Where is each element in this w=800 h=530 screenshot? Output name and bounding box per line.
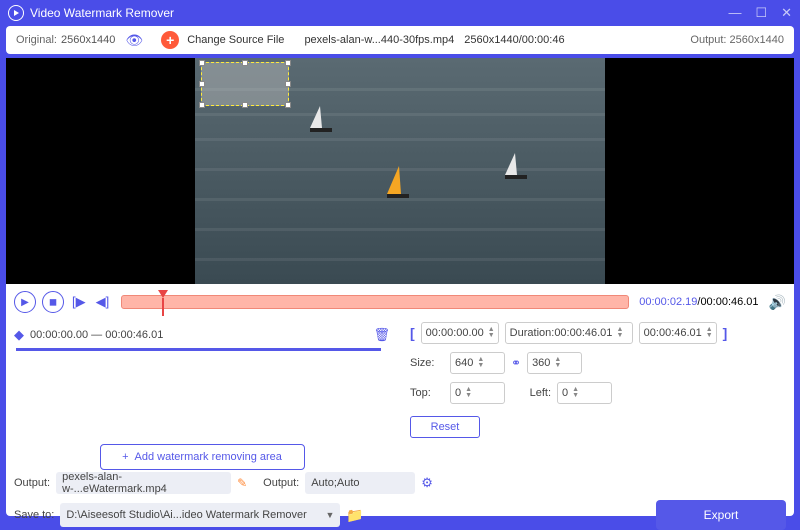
size-label: Size: xyxy=(410,357,444,369)
segment-row[interactable]: ◆ 00:00:00.00 — 00:00:46.01 🗑 xyxy=(14,322,390,348)
chevron-down-icon: ▼ xyxy=(325,510,334,520)
time-display: 00:00:02.19/00:00:46.01 xyxy=(639,296,758,308)
top-input[interactable]: 0▲▼ xyxy=(450,382,505,404)
close-button[interactable]: ✕ xyxy=(781,5,792,21)
link-dimensions-icon[interactable]: ⚭ xyxy=(511,356,521,370)
open-folder-icon[interactable]: 📁 xyxy=(346,507,363,524)
plus-icon: + xyxy=(122,451,128,463)
width-input[interactable]: 640▲▼ xyxy=(450,352,505,374)
video-preview xyxy=(6,58,794,284)
output-row: Output: pexels-alan-w-...eWatermark.mp4 … xyxy=(14,472,786,494)
edit-filename-icon[interactable]: ✎ xyxy=(237,476,247,490)
minimize-button[interactable]: ― xyxy=(728,5,741,21)
original-label: Original: xyxy=(16,34,57,46)
source-filename: pexels-alan-w...440-30fps.mp4 xyxy=(304,34,454,46)
delete-segment-icon[interactable]: 🗑 xyxy=(373,327,390,343)
trim-start-input[interactable]: 00:00:00.00▲▼ xyxy=(421,322,499,344)
watermark-selection[interactable] xyxy=(201,62,289,106)
top-label: Top: xyxy=(410,387,444,399)
playhead-icon[interactable] xyxy=(158,290,168,298)
left-input[interactable]: 0▲▼ xyxy=(557,382,612,404)
playback-row: ▶ ◼ [▶ ◀] 00:00:02.19/00:00:46.01 🔊 xyxy=(14,288,786,316)
video-canvas[interactable] xyxy=(195,58,605,284)
app-title: Video Watermark Remover xyxy=(30,6,174,20)
output-filename-field[interactable]: pexels-alan-w-...eWatermark.mp4 xyxy=(56,472,231,494)
controls-panel: ▶ ◼ [▶ ◀] 00:00:02.19/00:00:46.01 🔊 ◆ 00… xyxy=(6,284,794,516)
original-resolution: 2560x1440 xyxy=(61,34,115,46)
save-to-label: Save to: xyxy=(14,509,54,521)
mark-in-button[interactable]: [▶ xyxy=(70,294,88,310)
export-button[interactable]: Export xyxy=(656,500,786,530)
segment-range: 00:00:00.00 — 00:00:46.01 xyxy=(30,329,163,341)
properties-panel: [ 00:00:00.00▲▼ Duration:00:00:46.01▲▼ 0… xyxy=(410,322,786,470)
timeline-slider[interactable] xyxy=(121,295,629,309)
titlebar: Video Watermark Remover ― ☐ ✕ xyxy=(0,0,800,26)
trim-duration-input[interactable]: Duration:00:00:46.01▲▼ xyxy=(505,322,633,344)
info-bar: Original: 2560x1440 👁 + Change Source Fi… xyxy=(6,26,794,54)
output-format-label: Output: xyxy=(263,477,299,489)
segment-bar[interactable] xyxy=(16,348,381,351)
add-source-icon[interactable]: + xyxy=(161,31,179,49)
segments-panel: ◆ 00:00:00.00 — 00:00:46.01 🗑 + Add wate… xyxy=(14,322,390,470)
window-controls: ― ☐ ✕ xyxy=(728,5,792,21)
mark-out-button[interactable]: ◀] xyxy=(94,294,112,310)
preview-toggle-icon[interactable]: 👁 xyxy=(125,32,143,49)
bracket-left-icon[interactable]: [ xyxy=(410,325,415,341)
change-source-button[interactable]: Change Source File xyxy=(187,34,284,46)
volume-icon[interactable]: 🔊 xyxy=(769,294,786,311)
play-button[interactable]: ▶ xyxy=(14,291,36,313)
maximize-button[interactable]: ☐ xyxy=(755,5,767,21)
output-label: Output: 2560x1440 xyxy=(690,34,784,46)
bracket-right-icon[interactable]: ] xyxy=(723,325,728,341)
reset-button[interactable]: Reset xyxy=(410,416,480,438)
stop-button[interactable]: ◼ xyxy=(42,291,64,313)
source-res-time: 2560x1440/00:00:46 xyxy=(464,34,564,46)
left-label: Left: xyxy=(521,387,551,399)
height-input[interactable]: 360▲▼ xyxy=(527,352,582,374)
app-logo-icon xyxy=(8,5,24,21)
output-format-field[interactable]: Auto;Auto xyxy=(305,472,415,494)
trim-end-input[interactable]: 00:00:46.01▲▼ xyxy=(639,322,717,344)
save-path-dropdown[interactable]: D:\Aiseesoft Studio\Ai...ideo Watermark … xyxy=(60,503,340,527)
output-file-label: Output: xyxy=(14,477,50,489)
save-row: Save to: D:\Aiseesoft Studio\Ai...ideo W… xyxy=(14,500,786,530)
add-area-button[interactable]: + Add watermark removing area xyxy=(100,444,305,470)
settings-icon[interactable]: ⚙ xyxy=(421,475,433,491)
eraser-icon: ◆ xyxy=(14,327,24,343)
